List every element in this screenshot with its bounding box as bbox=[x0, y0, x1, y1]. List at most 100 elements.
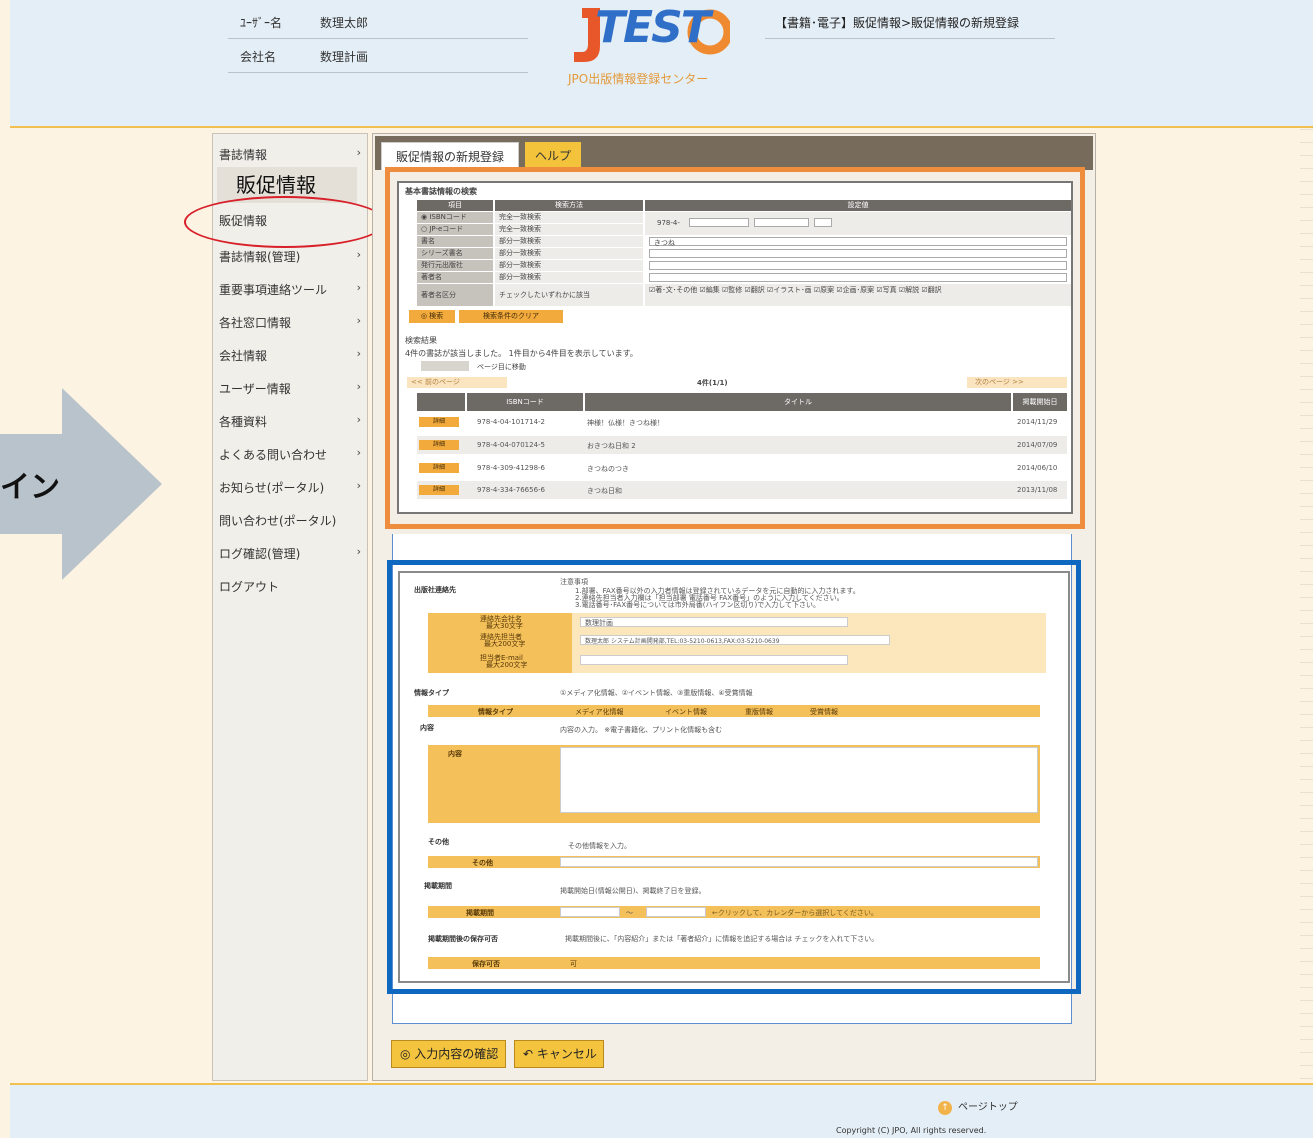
arrow-caption: イン bbox=[0, 470, 60, 505]
row-label: シリーズ書名 bbox=[417, 248, 493, 259]
sidebar-item-news-portal[interactable]: お知らせ(ポータル) › bbox=[219, 479, 365, 501]
row-method: チェックしたいずれかに該当 bbox=[495, 284, 643, 306]
sidebar-item-inquiry-portal[interactable]: 問い合わせ(ポータル) bbox=[219, 512, 365, 534]
period-label: 掲載期間 bbox=[424, 882, 452, 890]
sidebar: 書誌情報 › 販促情報 書誌情報(管理) › 重要事項連絡ツール › 各社窓口情報 › … bbox=[212, 133, 368, 1081]
user-label: ﾕｰｻﾞｰ名 bbox=[240, 16, 283, 30]
sidebar-item-company-contacts[interactable]: 各社窓口情報 › bbox=[219, 314, 365, 336]
result-row: 詳細 978-4-04-070124-5 おきつね日和 2 2014/07/09 bbox=[417, 436, 1067, 454]
sidebar-item-bibliography-admin[interactable]: 書誌情報(管理) › bbox=[219, 248, 365, 270]
result-header-date: 掲載開始日 bbox=[1013, 393, 1067, 411]
page-edge-pattern bbox=[1300, 0, 1313, 1138]
result-date: 2014/11/29 bbox=[1017, 418, 1058, 426]
header-value: 設定値 bbox=[645, 200, 1071, 211]
tab-new-promotion[interactable]: 販促情報の新規登録 bbox=[381, 142, 519, 170]
sidebar-item-label: 問い合わせ(ポータル) bbox=[219, 514, 337, 528]
period-start-input[interactable] bbox=[560, 907, 620, 917]
page-top-label: ページトップ bbox=[958, 1102, 1018, 1113]
info-type-field-label: 情報タイプ bbox=[478, 708, 513, 716]
form-highlight-frame: 出版社連絡先 注意事項 1.部署、FAX番号以外の入力者情報は登録されているデー… bbox=[387, 560, 1081, 994]
prev-page-button[interactable]: << 前のページ bbox=[407, 377, 507, 388]
other-label: その他 bbox=[428, 838, 449, 846]
sidebar-item-label: 各種資料 bbox=[219, 415, 268, 429]
detail-button[interactable]: 詳細 bbox=[419, 440, 459, 450]
result-row: 詳細 978-4-334-76656-6 きつね日和 2013/11/08 bbox=[417, 481, 1067, 499]
result-count: 4件(1/1) bbox=[697, 379, 728, 387]
row-method: 完全一致検索 bbox=[495, 224, 643, 235]
company-input[interactable]: 数理計画 bbox=[580, 617, 848, 627]
page-top-link[interactable]: ↑ ページトップ bbox=[938, 1098, 1018, 1115]
row-label: 書名 bbox=[417, 236, 493, 247]
sidebar-item-documents[interactable]: 各種資料 › bbox=[219, 413, 365, 435]
page-select[interactable] bbox=[421, 361, 469, 371]
row-label[interactable]: ○ JP-eコード bbox=[417, 224, 493, 235]
period-field-label: 掲載期間 bbox=[466, 909, 494, 917]
search-panel: 基本書誌情報の検索 項目 検索方法 設定値 ◉ ISBNコード 完全一致検索 9… bbox=[397, 181, 1073, 514]
clear-search-button[interactable]: 検索条件のクリア bbox=[459, 310, 563, 323]
author-field[interactable] bbox=[649, 273, 1067, 282]
logo-text: TEST bbox=[595, 2, 711, 53]
info-type-option-event[interactable]: イベント情報 bbox=[665, 707, 707, 717]
content-textarea[interactable] bbox=[560, 747, 1038, 813]
sidebar-item-faq[interactable]: よくある問い合わせ › bbox=[219, 446, 365, 468]
row-label[interactable]: ◉ ISBNコード bbox=[417, 212, 493, 223]
title-field[interactable]: きつね bbox=[649, 237, 1067, 247]
series-field[interactable] bbox=[649, 249, 1067, 258]
detail-button[interactable]: 詳細 bbox=[419, 417, 459, 427]
author-type-checkboxes[interactable]: ☑著･文･その他 ☑編集 ☑監修 ☑翻訳 ☑イラスト･画 ☑原案 ☑企画･原案 … bbox=[645, 284, 1071, 306]
arrow-up-icon: ↑ bbox=[938, 1101, 952, 1115]
isbn-field-2[interactable] bbox=[754, 218, 809, 227]
result-isbn: 978-4-04-070124-5 bbox=[477, 441, 546, 449]
result-isbn: 978-4-309-41298-6 bbox=[477, 464, 546, 472]
other-input[interactable] bbox=[560, 857, 1038, 867]
result-message: 4件の書誌が該当しました。 1件目から4件目を表示しています。 bbox=[405, 349, 638, 358]
cancel-button[interactable]: ↶ キャンセル bbox=[514, 1040, 604, 1068]
search-button[interactable]: ◎ 検索 bbox=[409, 310, 455, 323]
result-header-blank bbox=[417, 393, 465, 411]
result-title: 神様！仏様！きつね様！ bbox=[587, 419, 664, 427]
row-label: 発行元出版社 bbox=[417, 260, 493, 271]
company-input-value: 数理計画 bbox=[585, 619, 613, 627]
result-date: 2014/07/09 bbox=[1017, 441, 1058, 449]
sidebar-item-label: よくある問い合わせ bbox=[219, 448, 328, 462]
chevron-right-icon: › bbox=[356, 380, 361, 393]
detail-button[interactable]: 詳細 bbox=[419, 485, 459, 495]
sidebar-item-notice-tool[interactable]: 重要事項連絡ツール › bbox=[219, 281, 365, 303]
result-date: 2013/11/08 bbox=[1017, 486, 1058, 494]
sidebar-item-bibliography[interactable]: 書誌情報 › bbox=[219, 146, 365, 168]
sidebar-item-label: 会社情報 bbox=[219, 349, 268, 363]
jpo-logo[interactable]: TEST JPO出版情報登録センター bbox=[560, 2, 730, 92]
email-field-hint: 最大200文字 bbox=[486, 661, 528, 669]
email-input[interactable] bbox=[580, 655, 848, 665]
period-hint: ←クリックして、カレンダーから選択してください。 bbox=[712, 909, 878, 917]
row-method: 部分一致検索 bbox=[495, 260, 643, 271]
sidebar-item-label: 書誌情報 bbox=[219, 148, 268, 162]
content-label: 内容 bbox=[420, 724, 434, 732]
sidebar-item-company-info[interactable]: 会社情報 › bbox=[219, 347, 365, 369]
publisher-field[interactable] bbox=[649, 261, 1067, 270]
highlight-ring bbox=[184, 196, 386, 248]
result-title: きつねのつき bbox=[587, 465, 629, 473]
confirm-input-button[interactable]: ◎ 入力内容の確認 bbox=[391, 1040, 506, 1068]
result-date: 2014/06/10 bbox=[1017, 464, 1058, 472]
isbn-field-1[interactable] bbox=[689, 218, 749, 227]
contact-input[interactable]: 数理太郎 システム計画開発部,TEL:03-5210-0613,FAX:03-5… bbox=[580, 635, 890, 645]
sidebar-item-log-admin[interactable]: ログ確認(管理) › bbox=[219, 545, 365, 567]
sidebar-item-logout[interactable]: ログアウト bbox=[219, 578, 365, 600]
sidebar-item-label: 書誌情報(管理) bbox=[219, 250, 301, 264]
row-method: 完全一致検索 bbox=[495, 212, 643, 223]
save-checkbox[interactable]: 可 bbox=[570, 959, 577, 969]
info-type-option-media[interactable]: メディア化情報 bbox=[575, 707, 624, 717]
other-description: その他情報を入力。 bbox=[568, 842, 631, 850]
info-type-option-reprint[interactable]: 重版情報 bbox=[745, 707, 773, 717]
save-field-label: 保存可否 bbox=[472, 960, 500, 968]
isbn-field-3[interactable] bbox=[814, 218, 832, 227]
detail-button[interactable]: 詳細 bbox=[419, 463, 459, 473]
tab-help[interactable]: ヘルプ bbox=[525, 142, 581, 170]
next-page-button[interactable]: 次のページ >> bbox=[967, 377, 1067, 388]
sidebar-item-user-info[interactable]: ユーザー情報 › bbox=[219, 380, 365, 402]
chevron-right-icon: › bbox=[356, 413, 361, 426]
info-type-option-award[interactable]: 受賞情報 bbox=[810, 707, 838, 717]
period-end-input[interactable] bbox=[646, 907, 706, 917]
note-line-3: 3.電話番号･FAX番号については市外局番(ハイフン区切り)で入力して下さい。 bbox=[575, 601, 821, 609]
